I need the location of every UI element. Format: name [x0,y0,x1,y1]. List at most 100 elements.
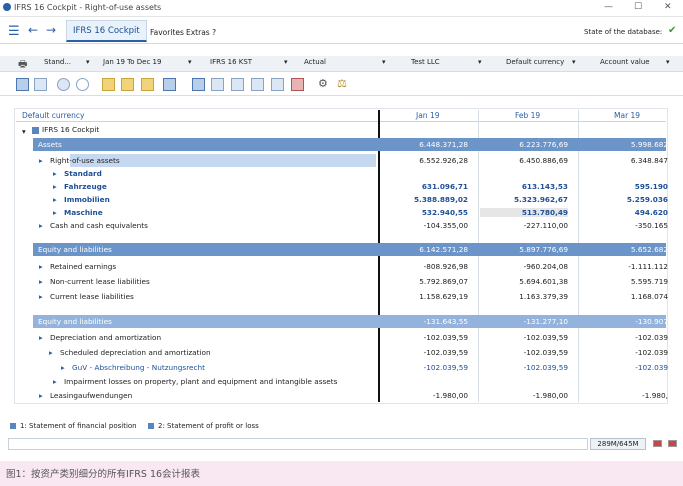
folder-add-icon[interactable] [141,78,154,91]
expand-icon[interactable]: ▸ [53,182,57,191]
balance-icon[interactable]: ⚖ [337,77,347,90]
cell-sched-1[interactable]: -102.039,59 [488,348,568,357]
column-header-mar[interactable]: Mar 19 [614,111,640,120]
expand-icon[interactable]: ▸ [53,195,57,204]
cell-equity-2[interactable]: 5.652.682 [588,245,668,254]
expand-icon[interactable]: ▸ [39,333,43,342]
table-view3-icon[interactable] [231,78,244,91]
expand-icon[interactable]: ▸ [27,245,31,254]
chart-view-icon[interactable] [291,78,304,91]
chevron-down-icon[interactable]: ▾ [572,58,576,66]
row-label-sched[interactable]: Scheduled depreciation and amortization [60,348,211,357]
expand-icon[interactable]: ▸ [39,221,43,230]
chevron-down-icon[interactable]: ▾ [382,58,386,66]
cell-sched-2[interactable]: -102.039 [588,348,668,357]
cell-assets-1[interactable]: 6.223.776,69 [488,140,568,149]
cell-current-1[interactable]: 1.163.379,39 [488,292,568,301]
row-label-impair[interactable]: Impairment losses on property, plant and… [64,377,337,386]
cell-depr-2[interactable]: -102.039 [588,333,668,342]
expand-icon[interactable]: ▸ [27,317,31,326]
minimize-icon[interactable]: — [604,2,613,12]
expand-icon[interactable]: ▸ [53,377,57,386]
cell-noncurrent-0[interactable]: 5.792.869,07 [388,277,468,286]
row-label-current[interactable]: Current lease liabilities [50,292,134,301]
cell-current-2[interactable]: 1.168.074 [588,292,668,301]
table-view5-icon[interactable] [271,78,284,91]
folder-open-icon[interactable] [163,78,176,91]
tree-root[interactable]: ▾ IFRS 16 Cockpit [22,125,99,136]
expand-icon[interactable]: ▸ [27,140,31,149]
legend-item-financial-position[interactable]: 1: Statement of financial position [10,422,137,430]
row-label-rou[interactable]: Right-of-use assets [50,156,120,165]
cell-fahrzeuge-0[interactable]: 631.096,71 [388,182,468,191]
row-label-standard[interactable]: Standard [64,169,102,178]
cell-assets-2[interactable]: 5.998.682 [588,140,668,149]
column-header-jan[interactable]: Jan 19 [416,111,440,120]
row-label-assets[interactable]: Assets [38,140,62,149]
cell-current-0[interactable]: 1.158.629,19 [388,292,468,301]
cell-rou-0[interactable]: 6.552.926,28 [388,156,468,165]
cell-cash-2[interactable]: -350.165 [588,221,668,230]
row-label-leasing[interactable]: Leasingaufwendungen [50,391,132,400]
expand-icon[interactable]: ▸ [53,169,57,178]
cell-depr-1[interactable]: -102.039,59 [488,333,568,342]
row-label-fahrzeuge[interactable]: Fahrzeuge [64,182,107,191]
cell-maschine-0[interactable]: 532.940,55 [388,208,468,217]
param-company[interactable]: Test LLC [411,58,440,66]
maximize-icon[interactable]: ☐ [634,2,642,12]
cell-maschine-1[interactable]: 513.780,49 [480,208,568,217]
row-label-immobilien[interactable]: Immobilien [64,195,110,204]
search-icon[interactable] [76,78,89,91]
cell-immobilien-0[interactable]: 5.388.889,02 [388,195,468,204]
memory-indicator[interactable]: 289M/645M [590,438,646,450]
expand-icon[interactable]: ▸ [39,292,43,301]
cell-assets-0[interactable]: 6.448.371,28 [388,140,468,149]
expand-icon[interactable]: ▾ [22,127,29,136]
cell-equity-0[interactable]: 6.142.571,28 [388,245,468,254]
row-label-noncurrent[interactable]: Non-current lease liabilities [50,277,150,286]
cell-leasing-1[interactable]: -1.980,00 [488,391,568,400]
expand-icon[interactable]: ▸ [39,391,43,400]
close-icon[interactable]: ✕ [664,2,672,12]
row-label-depr[interactable]: Depreciation and amortization [50,333,161,342]
cell-equity-1[interactable]: 5.897.776,69 [488,245,568,254]
back-arrow-icon[interactable]: ← [28,23,38,37]
cell-retained-2[interactable]: -1.111.112 [588,262,668,271]
param-costcenter[interactable]: IFRS 16 KST [210,58,252,66]
favorites-menu[interactable]: Favorites [150,28,184,37]
forward-arrow-icon[interactable]: → [46,23,56,37]
tab-ifrs16-cockpit[interactable]: IFRS 16 Cockpit [66,20,147,42]
expand-icon[interactable]: ▸ [39,262,43,271]
row-label-equity2[interactable]: Equity and liabilities [38,317,112,326]
cell-cash-1[interactable]: -227.110,00 [488,221,568,230]
column-header-feb[interactable]: Feb 19 [515,111,540,120]
chevron-down-icon[interactable]: ▾ [188,58,192,66]
param-scenario[interactable]: Actual [304,58,326,66]
cell-guv-2[interactable]: -102.039 [588,363,668,372]
table-view-icon[interactable] [192,78,205,91]
cell-fahrzeuge-2[interactable]: 595.190 [588,182,668,191]
param-valuetype[interactable]: Account value [600,58,650,66]
export-icon[interactable] [34,78,47,91]
cell-leasing-0[interactable]: -1.980,00 [388,391,468,400]
cell-equity2-1[interactable]: -131.277,10 [488,317,568,326]
chevron-down-icon[interactable]: ▾ [478,58,482,66]
cell-noncurrent-2[interactable]: 5.595.719 [588,277,668,286]
cell-rou-1[interactable]: 6.450.886,69 [488,156,568,165]
gear-icon[interactable]: ⚙ [318,77,328,90]
param-period[interactable]: Jan 19 To Dec 19 [103,58,161,66]
chevron-down-icon[interactable]: ▾ [86,58,90,66]
help-icon[interactable] [57,78,70,91]
expand-icon[interactable]: ▸ [39,156,43,165]
cell-noncurrent-1[interactable]: 5.694.601,38 [488,277,568,286]
extras-menu[interactable]: Extras ? [186,28,216,37]
cell-equity2-2[interactable]: -130.907 [588,317,668,326]
row-label-maschine[interactable]: Maschine [64,208,103,217]
hamburger-menu-icon[interactable]: ☰ [8,24,20,39]
cell-guv-0[interactable]: -102.039,59 [388,363,468,372]
cell-retained-1[interactable]: -960.204,08 [488,262,568,271]
row-label-equity[interactable]: Equity and liabilities [38,245,112,254]
param-currency[interactable]: Default currency [506,58,564,66]
layout-icon[interactable] [16,78,29,91]
legend-item-profit-loss[interactable]: 2: Statement of profit or loss [148,422,259,430]
